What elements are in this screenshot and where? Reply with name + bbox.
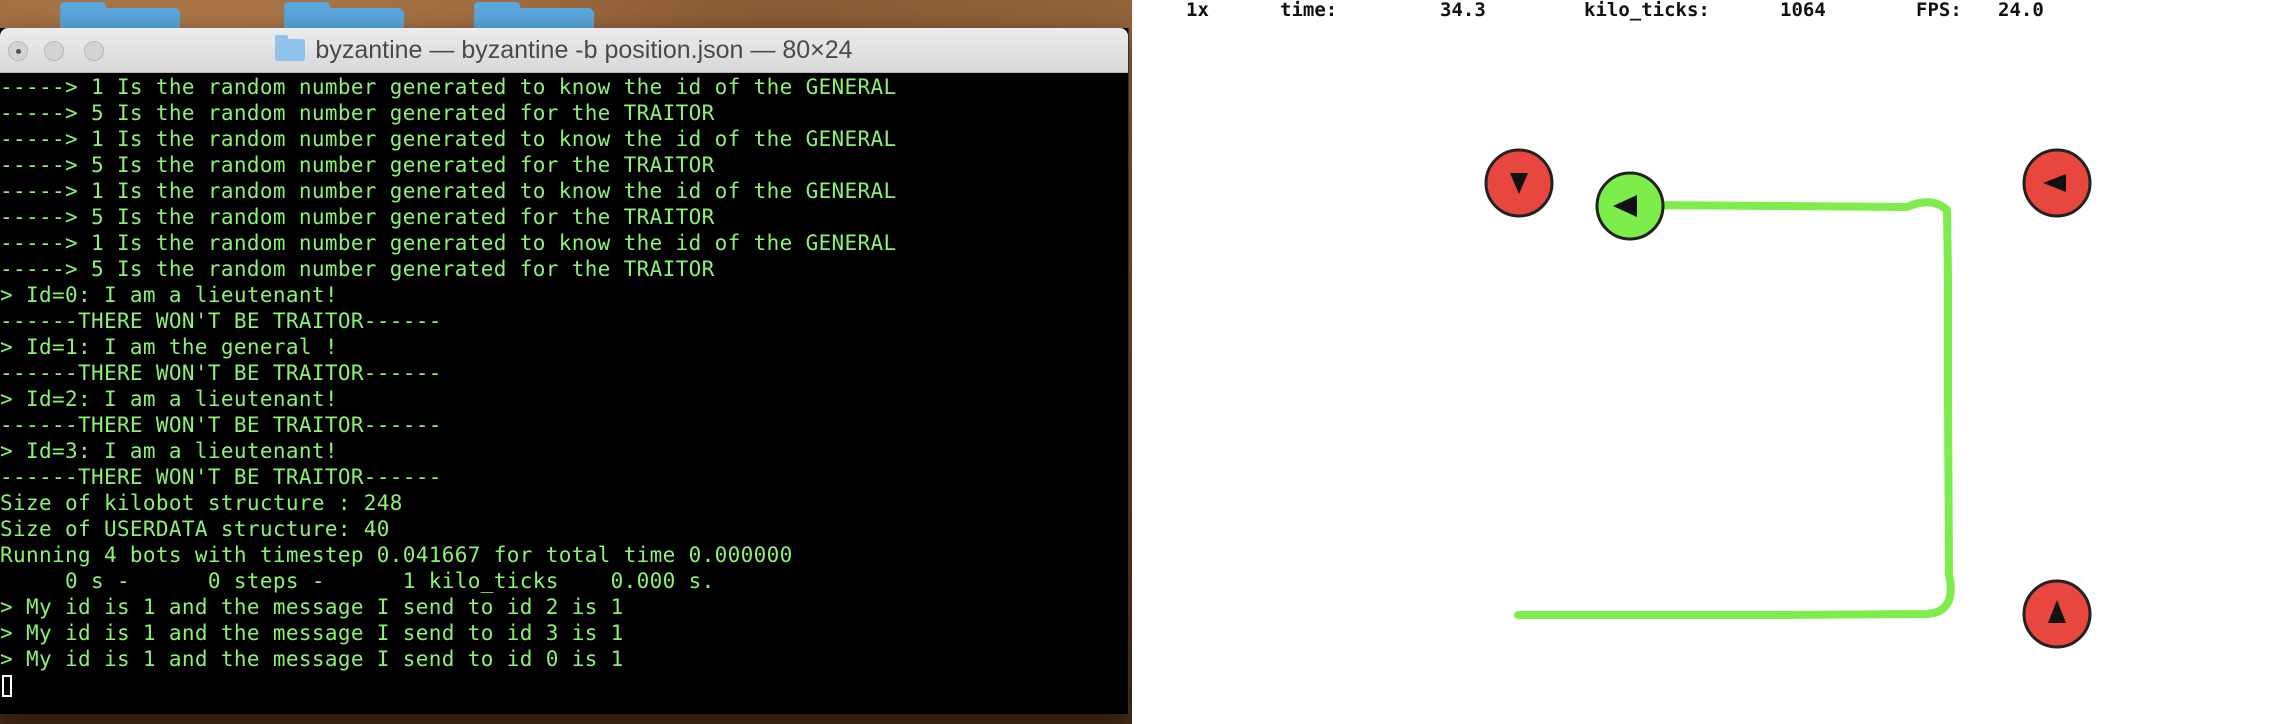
terminal-line: > My id is 1 and the message I send to i…	[0, 595, 624, 619]
desktop-folder-icon[interactable]	[60, 2, 180, 30]
terminal-titlebar[interactable]: byzantine — byzantine -b position.json —…	[0, 28, 1128, 73]
simulation-arena[interactable]	[1132, 0, 2280, 724]
prompt-line[interactable]	[0, 672, 1128, 698]
folder-icon	[275, 35, 306, 61]
terminal-line: > Id=3: I am a lieutenant!	[0, 439, 338, 463]
kilobot-simulator[interactable]: 1x time: 34.3 kilo_ticks: 1064 FPS: 24.0	[1132, 0, 2280, 724]
window-title: byzantine — byzantine -b position.json —…	[0, 28, 1128, 72]
terminal-line: > Id=1: I am the general !	[0, 335, 338, 359]
terminal-line: -----> 5 Is the random number generated …	[0, 101, 715, 125]
terminal-line: > Id=0: I am a lieutenant!	[0, 283, 338, 307]
robot-red[interactable]	[1484, 148, 1554, 218]
robot-green-general[interactable]	[1595, 171, 1665, 241]
terminal-line: -----> 1 Is the random number generated …	[0, 127, 897, 151]
terminal-window[interactable]: byzantine — byzantine -b position.json —…	[0, 28, 1129, 714]
terminal-cursor	[2, 675, 12, 697]
terminal-line: -----> 1 Is the random number generated …	[0, 75, 897, 99]
robot-red[interactable]	[2022, 579, 2092, 649]
terminal-output[interactable]: -----> 1 Is the random number generated …	[0, 74, 1128, 714]
terminal-line: -----> 5 Is the random number generated …	[0, 257, 715, 281]
terminal-line: > Id=2: I am a lieutenant!	[0, 387, 338, 411]
terminal-line: -----> 5 Is the random number generated …	[0, 153, 715, 177]
terminal-line: ------THERE WON'T BE TRAITOR------	[0, 413, 442, 437]
terminal-line: -----> 5 Is the random number generated …	[0, 205, 715, 229]
terminal-lines: -----> 1 Is the random number generated …	[0, 74, 1128, 672]
desktop-folder-icon[interactable]	[474, 2, 594, 30]
terminal-line: -----> 1 Is the random number generated …	[0, 231, 897, 255]
terminal-line: 0 s - 0 steps - 1 kilo_ticks 0.000 s.	[0, 569, 715, 593]
robot-trail	[1514, 198, 1955, 619]
window-title-text: byzantine — byzantine -b position.json —…	[315, 35, 853, 64]
terminal-line: -----> 1 Is the random number generated …	[0, 179, 897, 203]
terminal-line: ------THERE WON'T BE TRAITOR------	[0, 361, 442, 385]
terminal-line: Size of USERDATA structure: 40	[0, 517, 390, 541]
desktop-folder-icon[interactable]	[284, 2, 404, 30]
terminal-line: ------THERE WON'T BE TRAITOR------	[0, 309, 442, 333]
terminal-line: ------THERE WON'T BE TRAITOR------	[0, 465, 442, 489]
terminal-line: Size of kilobot structure : 248	[0, 491, 403, 515]
robot-red[interactable]	[2022, 148, 2092, 218]
terminal-line: > My id is 1 and the message I send to i…	[0, 621, 624, 645]
terminal-line: > My id is 1 and the message I send to i…	[0, 647, 624, 671]
terminal-line: Running 4 bots with timestep 0.041667 fo…	[0, 543, 793, 567]
